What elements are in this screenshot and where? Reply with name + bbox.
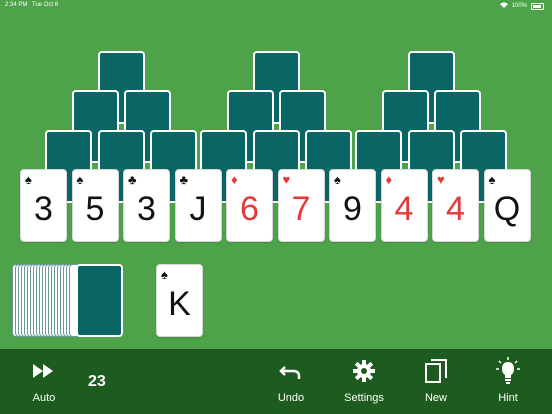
settings-button[interactable]: Settings bbox=[334, 357, 394, 404]
card-suit: ♣ bbox=[179, 172, 189, 187]
auto-label: Auto bbox=[32, 392, 56, 404]
auto-button[interactable]: Auto bbox=[14, 357, 74, 404]
hint-label: Hint bbox=[498, 392, 518, 404]
card-suit: ♠ bbox=[25, 172, 32, 187]
moves-count: 23 bbox=[88, 373, 106, 390]
battery-percent: 100% bbox=[511, 3, 527, 9]
gear-icon bbox=[334, 357, 394, 385]
pyramid-card[interactable]: ♠ 5 bbox=[71, 169, 119, 242]
pyramid-card[interactable]: ♦ 6 bbox=[226, 169, 273, 242]
card-rank: 7 bbox=[291, 190, 311, 228]
status-time: 2:34 PM bbox=[5, 2, 28, 8]
card-rank: 6 bbox=[240, 190, 259, 228]
card-suit: ♠ bbox=[334, 172, 341, 187]
card-rank: 5 bbox=[85, 190, 105, 228]
card-rank: J bbox=[189, 190, 207, 228]
card-suit: ♦ bbox=[231, 172, 238, 187]
card-suit: ♠ bbox=[488, 172, 496, 187]
pyramid-card[interactable]: ♣ 3 bbox=[123, 169, 170, 242]
new-label: New bbox=[424, 392, 447, 404]
lightbulb-icon bbox=[478, 357, 538, 385]
fast-forward-icon bbox=[14, 357, 74, 385]
waste-card[interactable]: ♠ K bbox=[156, 264, 203, 337]
card-rank: Q bbox=[493, 190, 521, 228]
card-suit: ♣ bbox=[128, 172, 137, 187]
undo-label: Undo bbox=[277, 392, 305, 404]
undo-icon bbox=[261, 357, 321, 385]
status-bar: 2:34 PM Tue Oct 8 100% bbox=[0, 0, 552, 12]
card-suit: ♦ bbox=[385, 172, 393, 187]
card-suit: ♥ bbox=[437, 172, 445, 187]
pyramid-card[interactable]: ♠ Q bbox=[483, 169, 531, 242]
card-rank: 3 bbox=[34, 190, 53, 228]
hint-button[interactable]: Hint bbox=[478, 357, 538, 404]
card-rank: 4 bbox=[394, 190, 414, 228]
new-game-button[interactable]: New bbox=[406, 357, 466, 404]
pyramid-card[interactable]: ♣ J bbox=[174, 169, 222, 242]
card-rank: 3 bbox=[137, 190, 156, 228]
pyramid-card[interactable]: ♠ 9 bbox=[329, 169, 376, 242]
new-cards-icon bbox=[406, 357, 466, 385]
pyramid-card[interactable]: ♠ 3 bbox=[20, 169, 67, 242]
pyramid-card[interactable]: ♥ 7 bbox=[277, 169, 325, 242]
card-rank: 4 bbox=[446, 190, 465, 228]
card-suit: ♥ bbox=[282, 172, 291, 187]
waste-rank: K bbox=[168, 285, 191, 323]
undo-button[interactable]: Undo bbox=[261, 357, 321, 404]
status-right: 100% bbox=[499, 2, 544, 10]
status-date: Tue Oct 8 bbox=[32, 2, 59, 8]
card-rank: 9 bbox=[343, 190, 362, 228]
stock-top-card[interactable] bbox=[76, 264, 123, 337]
pyramid-card[interactable]: ♥ 4 bbox=[432, 169, 479, 242]
card-suit: ♠ bbox=[76, 172, 84, 187]
waste-suit: ♠ bbox=[161, 267, 168, 282]
settings-label: Settings bbox=[344, 392, 384, 404]
pyramid-card[interactable]: ♦ 4 bbox=[380, 169, 428, 242]
wifi-icon bbox=[499, 2, 508, 10]
bottom-toolbar: Auto 23 Undo Settings New Hint bbox=[0, 349, 552, 414]
battery-icon bbox=[531, 2, 544, 10]
